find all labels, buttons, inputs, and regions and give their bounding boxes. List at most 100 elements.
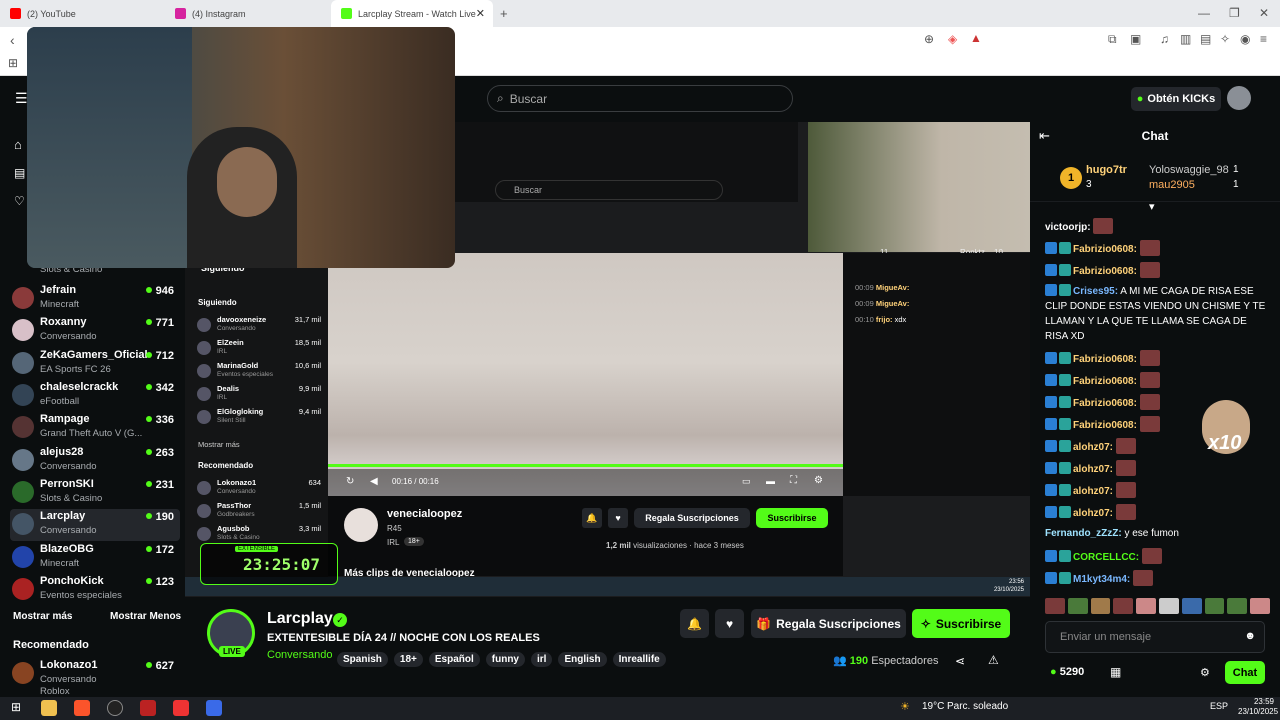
emote-icon[interactable] bbox=[1136, 598, 1156, 614]
screenshot-icon[interactable]: ▣ bbox=[1130, 32, 1141, 46]
share-icon[interactable]: ⋖ bbox=[955, 654, 965, 668]
tag-chip[interactable]: 18+ bbox=[393, 652, 423, 667]
sidebar-channel-rampage[interactable]: Rampage Grand Theft Auto V (G... 336 bbox=[10, 412, 180, 444]
chat-username[interactable]: CORCELLCC: bbox=[1073, 552, 1139, 563]
leo-icon[interactable]: ✧ bbox=[1220, 32, 1230, 46]
sidebar-channel-jefrain[interactable]: Jefrain Minecraft 946 bbox=[10, 283, 180, 315]
new-tab-icon[interactable]: + bbox=[500, 6, 508, 21]
tag-chip[interactable]: Español bbox=[428, 652, 480, 667]
brave-shield-icon[interactable]: ◈ bbox=[948, 32, 957, 46]
sidebar-channel-ponchokick[interactable]: PonchoKick Eventos especiales 123 bbox=[10, 574, 180, 606]
chat-username[interactable]: victoorjp: bbox=[1045, 222, 1091, 233]
emote-icon[interactable] bbox=[1204, 598, 1225, 614]
chat-username[interactable]: Fabrizio0608: bbox=[1073, 420, 1137, 431]
shelf-area bbox=[27, 27, 192, 268]
brave-icon[interactable] bbox=[74, 700, 90, 716]
chat-username[interactable]: Fabrizio0608: bbox=[1073, 244, 1137, 255]
rewards-icon[interactable]: ▲ bbox=[970, 31, 982, 45]
close-tab-icon[interactable]: ✕ bbox=[476, 7, 485, 20]
chat-settings-icon[interactable]: ⚙ bbox=[1200, 666, 1210, 679]
chat-username[interactable]: Fabrizio0608: bbox=[1073, 376, 1137, 387]
report-icon[interactable]: ⚠ bbox=[988, 653, 999, 667]
calendar-icon[interactable]: ▦ bbox=[1110, 665, 1121, 679]
tag-chip[interactable]: funny bbox=[485, 652, 525, 667]
tag-chip[interactable]: English bbox=[558, 652, 607, 667]
voice-app-icon[interactable] bbox=[140, 700, 156, 716]
windows-start-icon[interactable]: ⊞ bbox=[11, 700, 21, 714]
search-input[interactable]: ⌕ Buscar bbox=[487, 85, 793, 112]
show-more-button[interactable]: Mostrar más bbox=[13, 611, 72, 622]
weather-desc: Parc. soleado bbox=[947, 701, 1009, 712]
chat-username[interactable]: alohz07: bbox=[1073, 508, 1113, 519]
chat-message-input[interactable]: Enviar un mensaje ☻ bbox=[1045, 621, 1265, 653]
chat-username[interactable]: alohz07: bbox=[1073, 464, 1113, 475]
get-kicks-button[interactable]: ● Obtén KICKs bbox=[1131, 87, 1221, 111]
sidebar-channel-blazeobg[interactable]: BlazeOBG Minecraft 172 bbox=[10, 542, 180, 574]
tag-chip[interactable]: Inreallife bbox=[612, 652, 666, 667]
chat-username[interactable]: Fabrizio0608: bbox=[1073, 266, 1137, 277]
zoom-icon[interactable]: ⊕ bbox=[924, 32, 934, 46]
inner-channel-row: MarinaGold Eventos especiales 10,6 mil bbox=[197, 361, 325, 381]
tab-youtube[interactable]: (2) YouTube bbox=[0, 0, 165, 27]
sidebar-channel-chaleselcrackk[interactable]: chaleselcrackk eFootball 342 bbox=[10, 380, 180, 412]
file-explorer-icon[interactable] bbox=[41, 700, 57, 716]
emote-icon[interactable] bbox=[1045, 598, 1065, 614]
streamer-name[interactable]: Larcplay bbox=[267, 610, 333, 628]
hamburger-menu-icon[interactable]: ☰ bbox=[15, 90, 28, 107]
chat-username[interactable]: Crises95: bbox=[1073, 286, 1118, 297]
stream-category[interactable]: Conversando bbox=[267, 649, 332, 661]
tag-chip[interactable]: Spanish bbox=[337, 652, 388, 667]
tag-chip[interactable]: irl bbox=[531, 652, 553, 667]
browse-icon[interactable]: ▤ bbox=[14, 166, 25, 180]
home-icon[interactable]: ⌂ bbox=[14, 137, 22, 152]
gift-subs-button[interactable]: 🎁 Regala Suscripciones bbox=[751, 609, 906, 638]
chat-username[interactable]: M1kyt34m4: bbox=[1073, 574, 1130, 585]
obs-icon[interactable] bbox=[107, 700, 123, 716]
emote-icon[interactable] bbox=[1227, 598, 1248, 614]
emote-icon[interactable] bbox=[1181, 598, 1202, 614]
emote-icon[interactable] bbox=[1090, 598, 1111, 614]
chat-username[interactable]: alohz07: bbox=[1073, 486, 1113, 497]
tab-kick[interactable]: Larcplay Stream - Watch Live ✕ bbox=[331, 0, 493, 27]
close-window-icon[interactable]: ✕ bbox=[1259, 6, 1269, 20]
app-icon[interactable] bbox=[206, 700, 222, 716]
following-icon[interactable]: ♡ bbox=[14, 194, 25, 208]
back-icon[interactable]: ‹ bbox=[10, 32, 15, 48]
menu-icon[interactable]: ≡ bbox=[1260, 32, 1267, 46]
wallet-icon[interactable]: ▤ bbox=[1200, 32, 1211, 46]
emoji-icon[interactable]: ☻ bbox=[1244, 630, 1256, 642]
apps-icon[interactable]: ⊞ bbox=[8, 56, 18, 70]
chat-username[interactable]: alohz07: bbox=[1073, 442, 1113, 453]
vpn-icon[interactable]: ◉ bbox=[1240, 32, 1250, 46]
sidebar-channel-roxanny[interactable]: Roxanny Conversando 771 bbox=[10, 315, 180, 347]
chat-username[interactable]: Fabrizio0608: bbox=[1073, 398, 1137, 409]
expand-chevron-icon[interactable]: ▾ bbox=[1149, 200, 1155, 213]
recommended-channel[interactable]: Lokonazo1 Conversando 627 bbox=[10, 658, 180, 690]
sidebar-icon[interactable]: ▥ bbox=[1180, 32, 1191, 46]
tab-instagram[interactable]: (4) Instagram bbox=[165, 0, 330, 27]
music-icon[interactable]: ♫ bbox=[1160, 32, 1169, 46]
user-avatar[interactable] bbox=[1227, 86, 1251, 110]
emote-icon[interactable] bbox=[1158, 598, 1179, 614]
extensions-icon[interactable]: ⧉ bbox=[1108, 32, 1117, 47]
sidebar-channel-perronski[interactable]: PerronSKI Slots & Casino 231 bbox=[10, 477, 180, 509]
subscribe-button[interactable]: ✧ Suscribirse bbox=[912, 609, 1010, 638]
follow-button[interactable]: ♥ bbox=[715, 609, 744, 638]
minimize-icon[interactable]: — bbox=[1198, 6, 1210, 20]
maximize-icon[interactable]: ❐ bbox=[1229, 6, 1240, 20]
chat-username[interactable]: Fabrizio0608: bbox=[1073, 354, 1137, 365]
channel-category: eFootball bbox=[40, 396, 80, 407]
sidebar-channel-zekagamers_oficial[interactable]: ZeKaGamers_Oficial EA Sports FC 26 712 bbox=[10, 348, 180, 380]
show-less-button[interactable]: Mostrar Menos bbox=[110, 611, 181, 622]
chat-username[interactable]: Fernando_zZzZ: bbox=[1045, 528, 1122, 539]
notify-button[interactable]: 🔔 bbox=[680, 609, 709, 638]
weather-icon: ☀ bbox=[900, 701, 910, 713]
app-icon[interactable] bbox=[173, 700, 189, 716]
language-indicator[interactable]: ESP bbox=[1210, 701, 1228, 711]
sidebar-channel-larcplay[interactable]: Larcplay Conversando 190 bbox=[10, 509, 180, 541]
emote-icon[interactable] bbox=[1113, 598, 1134, 614]
emote-icon[interactable] bbox=[1067, 598, 1088, 614]
emote-icon[interactable] bbox=[1250, 598, 1270, 614]
send-chat-button[interactable]: Chat bbox=[1225, 661, 1265, 684]
sidebar-channel-alejus28[interactable]: alejus28 Conversando 263 bbox=[10, 445, 180, 477]
